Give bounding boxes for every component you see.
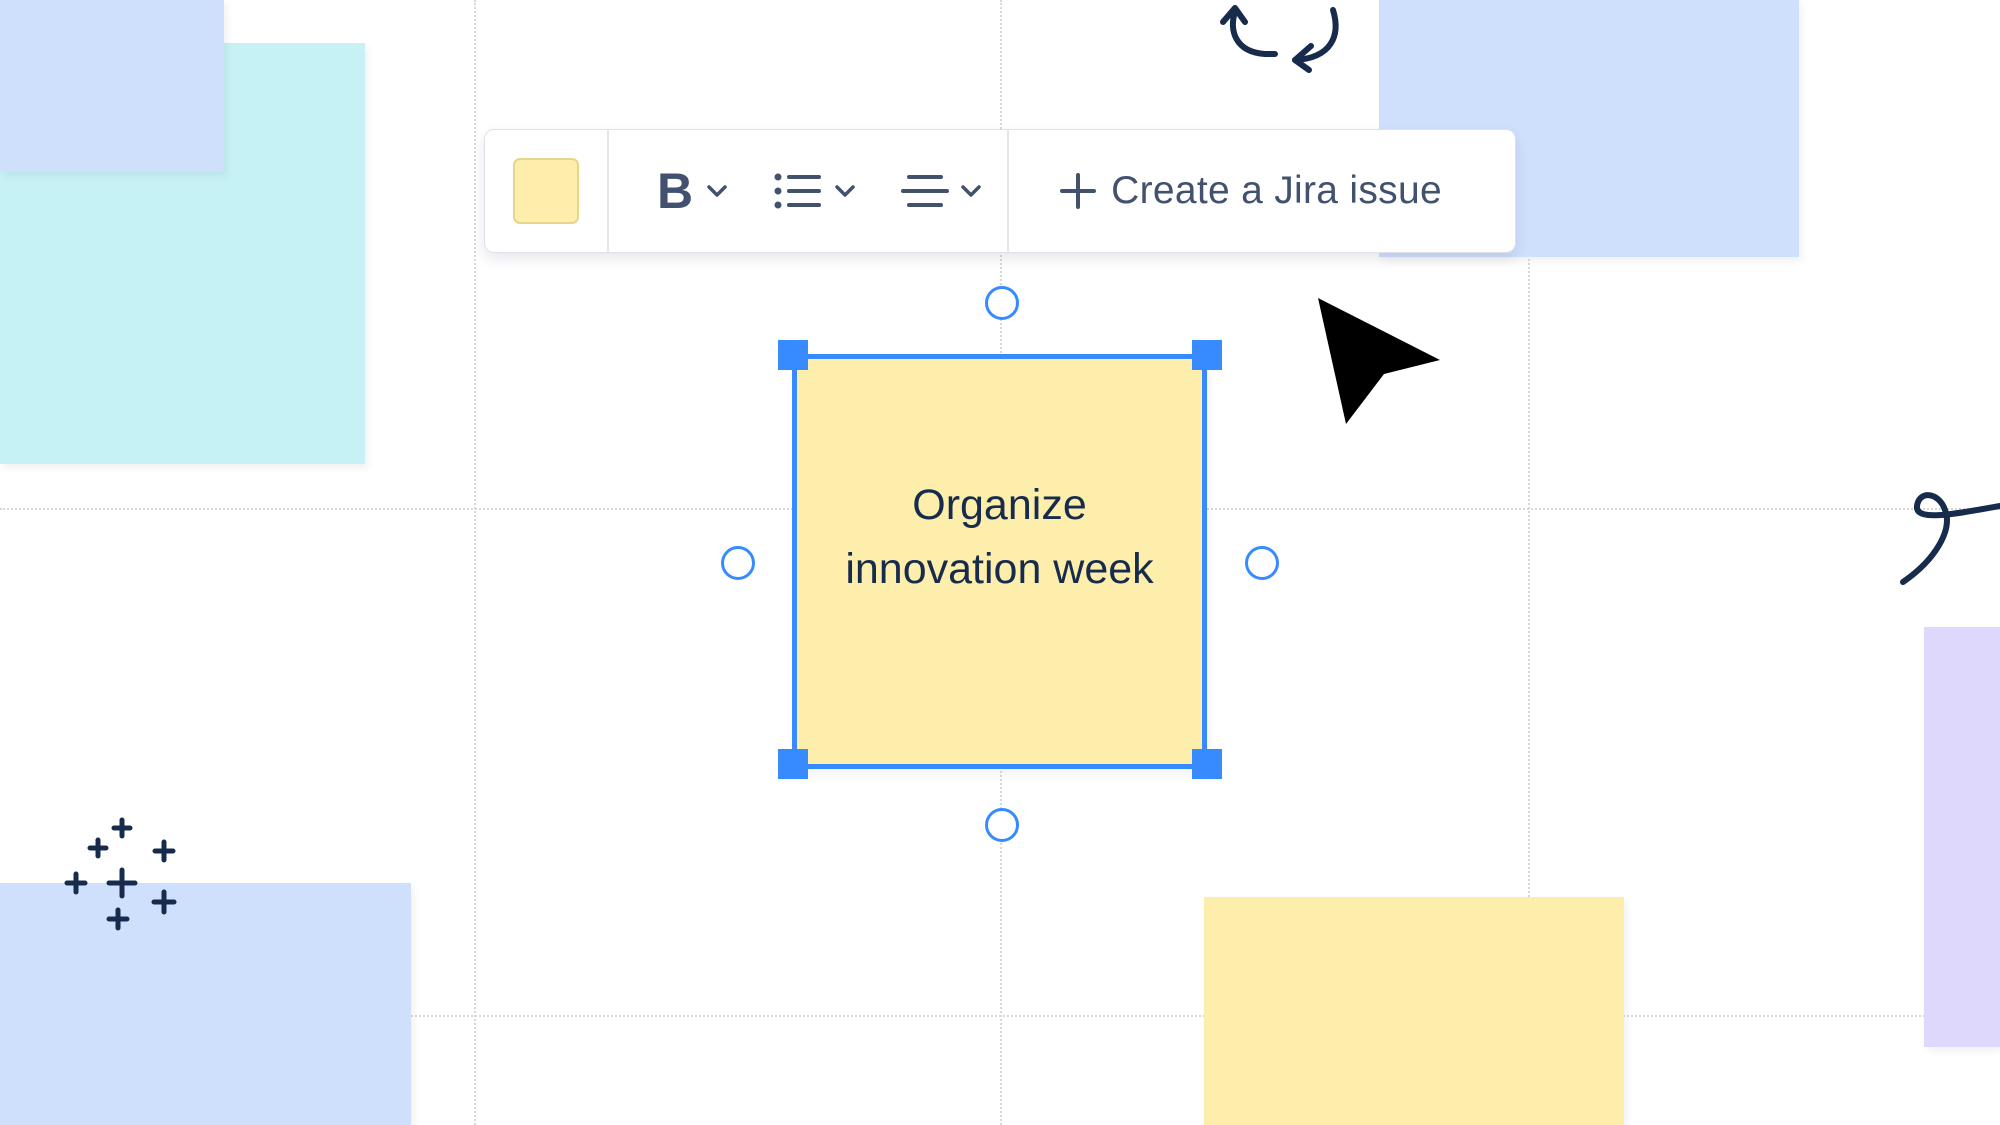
loop-squiggle-doodle: [1900, 492, 2000, 585]
sparkle-plus-doodle: [64, 817, 177, 931]
chevron-down-icon: [961, 185, 981, 197]
selected-sticky-note[interactable]: Organize innovation week: [792, 354, 1207, 769]
text-align-center-icon: [901, 175, 950, 207]
format-section: B: [609, 130, 1007, 252]
resize-handle-top-right[interactable]: [1192, 340, 1222, 370]
color-picker-button[interactable]: [513, 158, 579, 224]
grid-guide-vertical: [474, 0, 476, 1125]
purple-sticky-note[interactable]: [1924, 627, 2000, 1047]
connector-handle-bottom[interactable]: [985, 808, 1019, 842]
connector-handle-right[interactable]: [1245, 546, 1279, 580]
text-align-button[interactable]: [901, 171, 985, 211]
mouse-pointer-icon: [1309, 287, 1455, 439]
resize-handle-bottom-right[interactable]: [1192, 749, 1222, 779]
chevron-down-icon: [835, 185, 855, 197]
resize-handle-bottom-left[interactable]: [778, 749, 808, 779]
blue-sticky-note[interactable]: [0, 0, 224, 172]
rotate-arrows-doodle: [1220, 5, 1339, 73]
create-jira-issue-button[interactable]: Create a Jira issue: [1009, 169, 1442, 213]
whiteboard-canvas[interactable]: B Create a Jira issue Organize innovatio…: [0, 0, 2000, 1125]
create-jira-issue-label: Create a Jira issue: [1111, 169, 1442, 212]
bold-label: B: [657, 163, 694, 219]
bullet-list-icon: [774, 173, 822, 209]
yellow-sticky-note[interactable]: [1204, 897, 1624, 1125]
resize-handle-top-left[interactable]: [778, 340, 808, 370]
connector-handle-left[interactable]: [721, 546, 755, 580]
color-section: [485, 130, 607, 252]
chevron-down-icon: [707, 185, 727, 197]
bold-button[interactable]: B: [657, 166, 731, 216]
list-format-button[interactable]: [773, 171, 859, 211]
jira-section: Create a Jira issue: [1009, 130, 1442, 252]
connector-handle-top[interactable]: [985, 286, 1019, 320]
plus-icon: [1060, 173, 1097, 209]
sticky-note-toolbar: B Create a Jira issue: [484, 129, 1516, 253]
sticky-note-text[interactable]: Organize innovation week: [810, 473, 1190, 601]
